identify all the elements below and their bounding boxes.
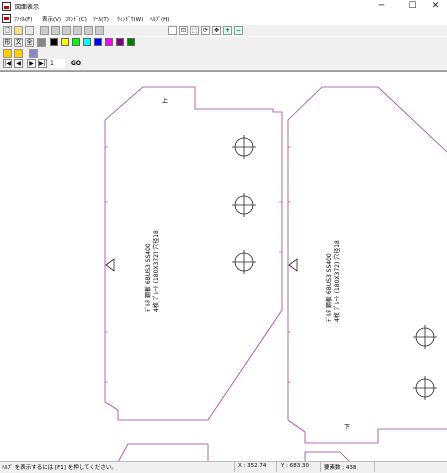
menu-view[interactable]: 表示(V) <box>42 15 61 23</box>
marker-triangle-right <box>288 258 298 272</box>
window-title: 図面表示 <box>15 4 40 11</box>
status-element-count: 要素数 : 438 <box>324 465 357 471</box>
measure-icon[interactable] <box>3 49 12 58</box>
shape-toggle-button[interactable]: 形 <box>3 38 12 47</box>
status-x-coordinate: X : 352.74 <box>238 463 267 469</box>
menu-file[interactable]: ﾌｧｲﾙ(F) <box>14 15 32 23</box>
status-divider <box>374 462 375 472</box>
title-bar: 図面表示 ─ ☐ ✕ <box>0 0 447 14</box>
hole-left-2 <box>232 193 256 217</box>
color-swatch[interactable] <box>127 38 135 46</box>
all-toggle-button[interactable]: 全 <box>25 38 34 47</box>
hole-right-2 <box>413 376 437 400</box>
first-page-button[interactable]: |◀ <box>3 59 12 68</box>
status-divider <box>320 462 321 472</box>
print-preview-icon[interactable] <box>51 26 60 35</box>
color-swatch[interactable] <box>50 38 58 46</box>
app-icon <box>2 2 11 11</box>
hole-left-1 <box>232 135 256 159</box>
menu-bar: ﾌｧｲﾙ(F) 表示(V) ｺﾏﾝﾄﾞ(C) ﾂｰﾙ(T) ｳｨﾝﾄﾞｳ(W) … <box>0 14 447 24</box>
zoom-window-icon[interactable]: ⬚ <box>190 26 199 35</box>
marker-triangle-left <box>105 258 115 272</box>
text-toggle-button[interactable]: 文 <box>14 38 23 47</box>
color-swatch[interactable] <box>61 38 69 46</box>
properties-icon[interactable] <box>29 49 38 58</box>
print-page-icon[interactable] <box>95 26 104 35</box>
maximize-button[interactable]: ☐ <box>401 0 424 13</box>
next-page-button[interactable]: ▶ <box>27 59 36 68</box>
print-icon[interactable] <box>40 26 49 35</box>
color-swatch[interactable] <box>72 38 80 46</box>
pan-icon[interactable]: ✥ <box>212 26 221 35</box>
document-icon[interactable] <box>2 14 11 23</box>
left-part-label-2: 4枚 ﾌﾟﾚｰﾄ (180X372) 穴径18 <box>152 230 160 312</box>
print-all-icon[interactable] <box>84 26 93 35</box>
color-swatch[interactable] <box>116 38 124 46</box>
menu-window[interactable]: ｳｨﾝﾄﾞｳ(W) <box>117 15 143 23</box>
right-part-label-2: 4枚 ﾌﾟﾚｰﾄ (180X372) 穴径18 <box>333 240 341 322</box>
status-bar: ﾍﾙﾌﾟ を表示するには [F1] を押してください。 X : 352.74 Y… <box>0 461 447 473</box>
go-button[interactable]: GO <box>70 59 82 68</box>
menu-tools[interactable]: ﾂｰﾙ(T) <box>93 15 109 23</box>
color-swatch[interactable] <box>105 38 113 46</box>
main-toolbar: 🗋 ⊡ ⬚ ⟳ ✥ + − <box>0 25 447 36</box>
color-swatch[interactable] <box>94 38 102 46</box>
hole-left-3 <box>232 250 256 274</box>
zoom-fit-icon[interactable]: ⊡ <box>179 26 188 35</box>
last-page-button[interactable]: ▶| <box>38 59 47 68</box>
page-number-input[interactable]: 1 <box>50 59 65 68</box>
left-part-label-1: ﾃﾞﾙﾀ 鋼板 6BUS3 SS400 <box>144 243 152 312</box>
bottom-left-partial <box>117 443 209 462</box>
new-file-icon[interactable]: 🗋 <box>3 26 12 35</box>
status-divider <box>276 462 277 472</box>
previous-page-button[interactable]: ◀ <box>14 59 23 68</box>
right-part-label-1: ﾃﾞﾙﾀ 鋼板 6BUS3 SS400 <box>325 253 333 322</box>
redraw-icon[interactable]: ⟳ <box>201 26 210 35</box>
view-toolbar: 形 文 全 <box>0 37 447 48</box>
minimize-button[interactable]: ─ <box>370 0 393 13</box>
zoom-out-icon[interactable]: − <box>234 26 243 35</box>
status-divider <box>234 462 235 472</box>
menu-command[interactable]: ｺﾏﾝﾄﾞ(C) <box>65 15 87 23</box>
page-navigation-bar: |◀ ◀ ▶ ▶| 1 GO <box>0 58 447 71</box>
left-part-mark: 上 <box>162 97 168 105</box>
save-icon[interactable] <box>25 26 34 35</box>
left-part-outline <box>104 86 283 421</box>
drawing-canvas[interactable]: ﾃﾞﾙﾀ 鋼板 6BUS3 SS400 4枚 ﾌﾟﾚｰﾄ (180X372) 穴… <box>0 71 447 462</box>
open-folder-icon[interactable] <box>14 26 23 35</box>
layer-icon[interactable] <box>37 38 46 47</box>
select-box-icon[interactable] <box>168 26 177 35</box>
status-y-coordinate: Y : 683.30 <box>281 463 309 469</box>
menu-help[interactable]: ﾍﾙﾌﾟ(H) <box>150 15 169 23</box>
drawing-svg: ﾃﾞﾙﾀ 鋼板 6BUS3 SS400 4枚 ﾌﾟﾚｰﾄ (180X372) 穴… <box>104 86 447 462</box>
status-help-text: ﾍﾙﾌﾟ を表示するには [F1] を押してください。 <box>2 465 117 471</box>
zoom-in-icon[interactable]: + <box>223 26 232 35</box>
extra-toolbar <box>0 48 447 58</box>
right-part-mark: 下 <box>344 424 350 431</box>
print-range-icon[interactable] <box>73 26 82 35</box>
right-part-outline <box>287 86 447 444</box>
close-button[interactable]: ✕ <box>424 0 447 13</box>
color-swatch[interactable] <box>83 38 91 46</box>
arc-icon[interactable] <box>14 49 23 58</box>
hole-right-1 <box>413 325 437 349</box>
print-setup-icon[interactable] <box>62 26 71 35</box>
